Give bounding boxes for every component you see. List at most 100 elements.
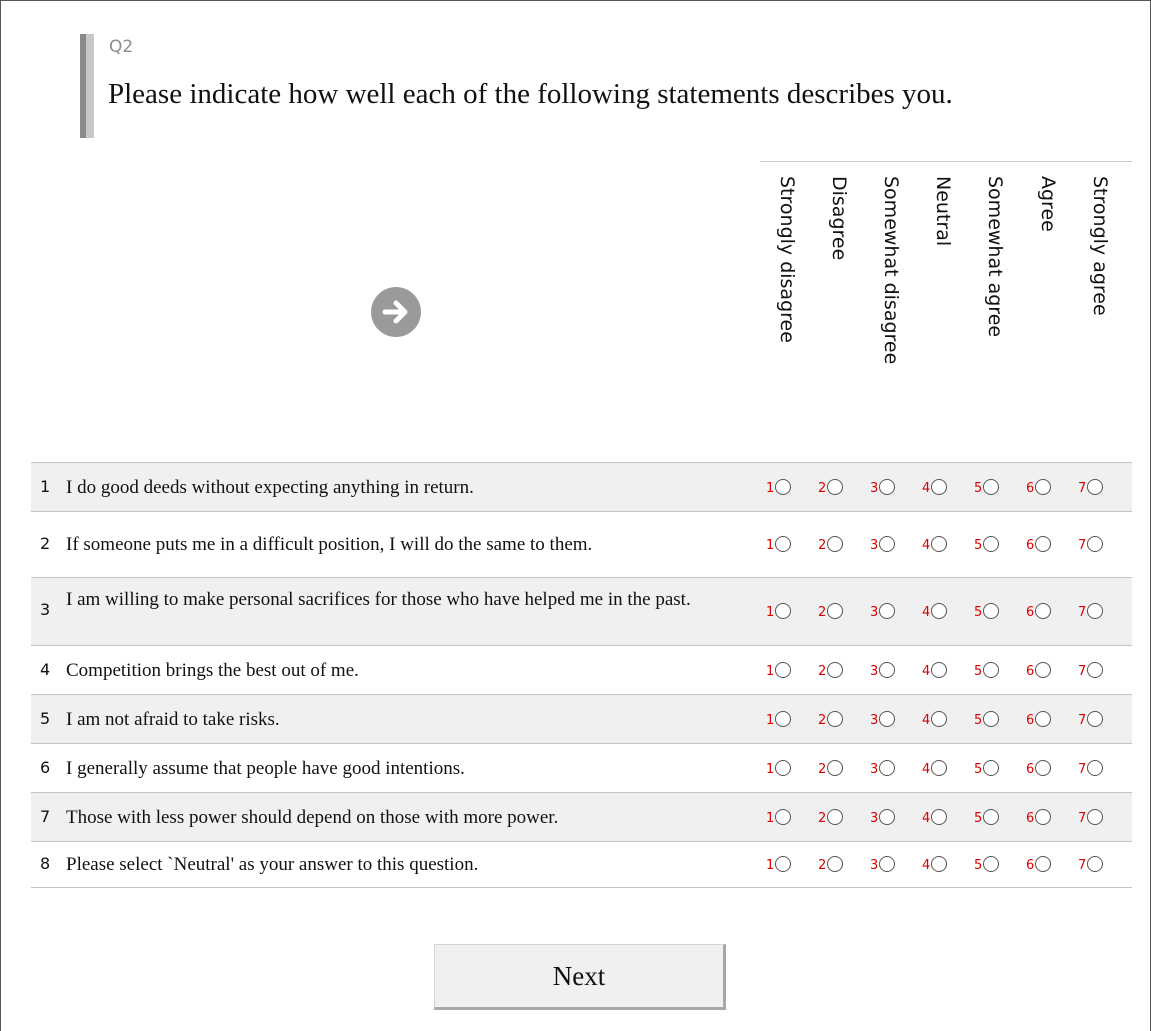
rating-option-6[interactable]: 6 xyxy=(1026,662,1066,682)
rating-option-5[interactable]: 5 xyxy=(974,809,1014,829)
rating-option-5[interactable]: 5 xyxy=(974,856,1014,876)
radio-button[interactable] xyxy=(931,711,947,727)
rating-option-3[interactable]: 3 xyxy=(870,856,910,876)
radio-button[interactable] xyxy=(879,711,895,727)
radio-button[interactable] xyxy=(775,760,791,776)
radio-button[interactable] xyxy=(983,856,999,872)
radio-button[interactable] xyxy=(775,662,791,678)
radio-button[interactable] xyxy=(775,536,791,552)
rating-option-3[interactable]: 3 xyxy=(870,809,910,829)
rating-option-2[interactable]: 2 xyxy=(818,479,858,499)
radio-button[interactable] xyxy=(983,479,999,495)
rating-option-5[interactable]: 5 xyxy=(974,536,1014,556)
rating-option-7[interactable]: 7 xyxy=(1078,809,1118,829)
radio-button[interactable] xyxy=(827,603,843,619)
radio-button[interactable] xyxy=(1087,711,1103,727)
rating-option-5[interactable]: 5 xyxy=(974,711,1014,731)
radio-button[interactable] xyxy=(931,536,947,552)
rating-option-6[interactable]: 6 xyxy=(1026,479,1066,499)
rating-option-2[interactable]: 2 xyxy=(818,662,858,682)
radio-button[interactable] xyxy=(983,662,999,678)
rating-option-5[interactable]: 5 xyxy=(974,479,1014,499)
radio-button[interactable] xyxy=(983,603,999,619)
radio-button[interactable] xyxy=(879,662,895,678)
radio-button[interactable] xyxy=(827,711,843,727)
rating-option-2[interactable]: 2 xyxy=(818,603,858,623)
rating-option-5[interactable]: 5 xyxy=(974,760,1014,780)
rating-option-5[interactable]: 5 xyxy=(974,603,1014,623)
radio-button[interactable] xyxy=(1035,603,1051,619)
rating-option-4[interactable]: 4 xyxy=(922,662,962,682)
rating-option-7[interactable]: 7 xyxy=(1078,856,1118,876)
radio-button[interactable] xyxy=(879,536,895,552)
radio-button[interactable] xyxy=(1087,760,1103,776)
radio-button[interactable] xyxy=(931,856,947,872)
rating-option-4[interactable]: 4 xyxy=(922,760,962,780)
radio-button[interactable] xyxy=(931,760,947,776)
radio-button[interactable] xyxy=(1087,662,1103,678)
rating-option-2[interactable]: 2 xyxy=(818,856,858,876)
rating-option-4[interactable]: 4 xyxy=(922,856,962,876)
radio-button[interactable] xyxy=(1035,809,1051,825)
radio-button[interactable] xyxy=(1035,536,1051,552)
rating-option-5[interactable]: 5 xyxy=(974,662,1014,682)
rating-option-1[interactable]: 1 xyxy=(766,662,806,682)
radio-button[interactable] xyxy=(1035,662,1051,678)
rating-option-7[interactable]: 7 xyxy=(1078,603,1118,623)
rating-option-7[interactable]: 7 xyxy=(1078,536,1118,556)
radio-button[interactable] xyxy=(1087,479,1103,495)
radio-button[interactable] xyxy=(827,662,843,678)
rating-option-3[interactable]: 3 xyxy=(870,536,910,556)
radio-button[interactable] xyxy=(775,809,791,825)
rating-option-1[interactable]: 1 xyxy=(766,809,806,829)
radio-button[interactable] xyxy=(1087,536,1103,552)
rating-option-1[interactable]: 1 xyxy=(766,536,806,556)
rating-option-4[interactable]: 4 xyxy=(922,479,962,499)
radio-button[interactable] xyxy=(775,603,791,619)
radio-button[interactable] xyxy=(879,760,895,776)
radio-button[interactable] xyxy=(1087,856,1103,872)
rating-option-1[interactable]: 1 xyxy=(766,711,806,731)
radio-button[interactable] xyxy=(1035,760,1051,776)
rating-option-4[interactable]: 4 xyxy=(922,711,962,731)
radio-button[interactable] xyxy=(931,809,947,825)
rating-option-3[interactable]: 3 xyxy=(870,760,910,780)
rating-option-6[interactable]: 6 xyxy=(1026,809,1066,829)
radio-button[interactable] xyxy=(1035,856,1051,872)
rating-option-2[interactable]: 2 xyxy=(818,711,858,731)
rating-option-3[interactable]: 3 xyxy=(870,603,910,623)
rating-option-1[interactable]: 1 xyxy=(766,603,806,623)
rating-option-2[interactable]: 2 xyxy=(818,809,858,829)
radio-button[interactable] xyxy=(1087,809,1103,825)
radio-button[interactable] xyxy=(931,603,947,619)
rating-option-3[interactable]: 3 xyxy=(870,662,910,682)
rating-option-3[interactable]: 3 xyxy=(870,711,910,731)
rating-option-7[interactable]: 7 xyxy=(1078,662,1118,682)
radio-button[interactable] xyxy=(827,856,843,872)
radio-button[interactable] xyxy=(983,760,999,776)
radio-button[interactable] xyxy=(1035,711,1051,727)
rating-option-4[interactable]: 4 xyxy=(922,603,962,623)
rating-option-1[interactable]: 1 xyxy=(766,760,806,780)
radio-button[interactable] xyxy=(1035,479,1051,495)
rating-option-6[interactable]: 6 xyxy=(1026,856,1066,876)
radio-button[interactable] xyxy=(983,711,999,727)
rating-option-6[interactable]: 6 xyxy=(1026,536,1066,556)
radio-button[interactable] xyxy=(879,603,895,619)
rating-option-6[interactable]: 6 xyxy=(1026,760,1066,780)
radio-button[interactable] xyxy=(879,856,895,872)
rating-option-1[interactable]: 1 xyxy=(766,479,806,499)
radio-button[interactable] xyxy=(879,479,895,495)
radio-button[interactable] xyxy=(879,809,895,825)
radio-button[interactable] xyxy=(775,856,791,872)
radio-button[interactable] xyxy=(827,479,843,495)
radio-button[interactable] xyxy=(983,809,999,825)
rating-option-6[interactable]: 6 xyxy=(1026,603,1066,623)
radio-button[interactable] xyxy=(827,809,843,825)
radio-button[interactable] xyxy=(931,479,947,495)
rating-option-7[interactable]: 7 xyxy=(1078,711,1118,731)
radio-button[interactable] xyxy=(931,662,947,678)
rating-option-2[interactable]: 2 xyxy=(818,760,858,780)
rating-option-2[interactable]: 2 xyxy=(818,536,858,556)
radio-button[interactable] xyxy=(775,711,791,727)
